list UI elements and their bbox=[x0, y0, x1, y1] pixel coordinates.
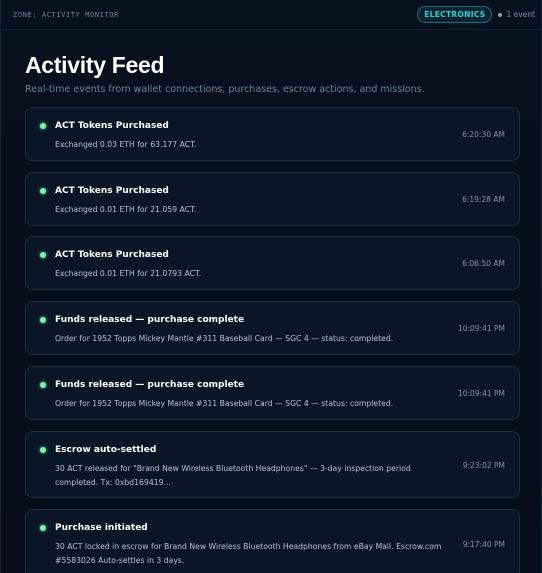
event-time: 10:09:41 PM bbox=[457, 324, 505, 333]
activity-card[interactable]: Purchase initiated 30 ACT locked in escr… bbox=[25, 509, 520, 573]
zone-label: ZONE: ACTIVITY MONITOR bbox=[13, 10, 119, 19]
status-dot-icon bbox=[40, 123, 46, 129]
category-badge[interactable]: ELECTRONICS bbox=[417, 6, 493, 23]
event-time: 9:17:40 PM bbox=[462, 540, 505, 549]
event-description: Exchanged 0.03 ETH for 63.177 ACT. bbox=[55, 140, 197, 149]
event-time: 9:23:02 PM bbox=[462, 461, 505, 470]
status-dot-icon bbox=[40, 317, 46, 323]
event-title: Purchase initiated bbox=[55, 523, 148, 533]
top-bar-right: ELECTRONICS 1 event bbox=[417, 6, 535, 23]
event-time: 10:09:41 PM bbox=[457, 389, 505, 398]
event-title: ACT Tokens Purchased bbox=[55, 250, 169, 260]
status-dot-icon bbox=[40, 252, 46, 258]
status-dot-icon bbox=[40, 382, 46, 388]
activity-card[interactable]: ACT Tokens Purchased Exchanged 0.01 ETH … bbox=[25, 172, 520, 226]
event-description: 30 ACT locked in escrow for Brand New Wi… bbox=[55, 542, 442, 565]
event-description: Exchanged 0.01 ETH for 21.059 ACT. bbox=[55, 205, 197, 214]
activity-card[interactable]: Escrow auto-settled 30 ACT released for … bbox=[25, 431, 520, 498]
event-description: Order for 1952 Topps Mickey Mantle #311 … bbox=[55, 334, 394, 343]
event-count: 1 event bbox=[498, 10, 535, 19]
event-count-label: 1 event bbox=[506, 10, 535, 19]
event-description: Order for 1952 Topps Mickey Mantle #311 … bbox=[55, 399, 394, 408]
status-dot-icon bbox=[40, 447, 46, 453]
activity-card[interactable]: ACT Tokens Purchased Exchanged 0.01 ETH … bbox=[25, 236, 520, 290]
event-title: Funds released — purchase complete bbox=[55, 380, 245, 390]
activity-card[interactable]: ACT Tokens Purchased Exchanged 0.03 ETH … bbox=[25, 107, 520, 161]
page-title: Activity Feed bbox=[25, 52, 165, 78]
activity-card[interactable]: Funds released — purchase complete Order… bbox=[25, 301, 520, 355]
event-description: 30 ACT released for "Brand New Wireless … bbox=[55, 464, 411, 487]
status-dot-icon bbox=[40, 188, 46, 194]
top-bar: ZONE: ACTIVITY MONITOR ELECTRONICS 1 eve… bbox=[1, 0, 542, 30]
dot-icon bbox=[498, 12, 503, 17]
event-time: 6:06:50 AM bbox=[462, 259, 505, 268]
activity-card[interactable]: Funds released — purchase complete Order… bbox=[25, 366, 520, 420]
event-title: ACT Tokens Purchased bbox=[55, 186, 169, 196]
event-description: Exchanged 0.01 ETH for 21.0793 ACT. bbox=[55, 269, 202, 278]
event-title: Escrow auto-settled bbox=[55, 445, 157, 455]
event-time: 6:19:28 AM bbox=[462, 195, 505, 204]
event-time: 6:20:30 AM bbox=[462, 130, 505, 139]
activity-monitor-window: ZONE: ACTIVITY MONITOR ELECTRONICS 1 eve… bbox=[0, 0, 542, 573]
status-dot-icon bbox=[40, 525, 46, 531]
event-title: ACT Tokens Purchased bbox=[55, 121, 169, 131]
page-subtitle: Real-time events from wallet connections… bbox=[25, 84, 425, 95]
event-title: Funds released — purchase complete bbox=[55, 315, 245, 325]
